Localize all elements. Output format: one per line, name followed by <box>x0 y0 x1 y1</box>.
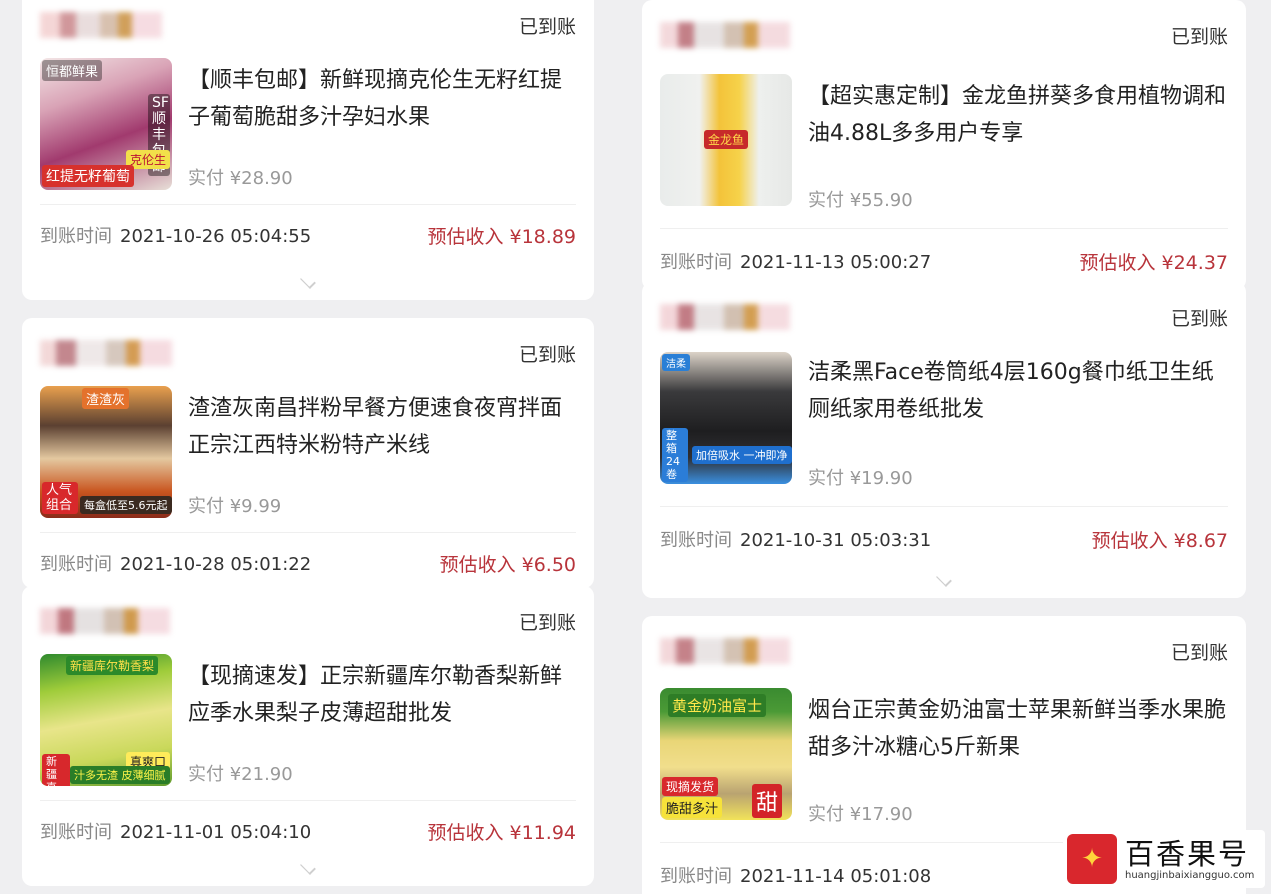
status-label: 已到账 <box>1170 26 1228 48</box>
product-image[interactable]: 渣渣灰 人气组合 每盒低至5.6元起 <box>40 386 172 518</box>
product-image[interactable]: 新疆库尔勒香梨 新疆直供 真爽口 汁多无渣 皮薄细腻 <box>40 654 172 786</box>
product-image[interactable]: 金龙鱼 <box>660 74 792 206</box>
product-title[interactable]: 烟台正宗黄金奶油富士苹果新鲜当季水果脆甜多汁冰糖心5斤新果 <box>808 692 1228 766</box>
status-label: 已到账 <box>518 16 576 38</box>
divider <box>660 228 1228 229</box>
shop-name-blurred <box>660 22 810 48</box>
shop-name-blurred <box>40 608 190 634</box>
paid-amount: 实付 ¥28.90 <box>188 168 293 189</box>
product-title[interactable]: 【顺丰包邮】新鲜现摘克伦生无籽红提子葡萄脆甜多汁孕妇水果 <box>188 62 576 136</box>
product-title[interactable]: 渣渣灰南昌拌粉早餐方便速食夜宵拌面正宗江西特米粉特产米线 <box>188 390 576 464</box>
chevron-down-icon[interactable] <box>300 859 316 875</box>
estimated-income: 预估收入 ¥24.37 <box>1079 252 1228 274</box>
watermark-logo: ✦ 百香果号 huangjinbaixiangguo.com <box>1063 830 1265 888</box>
order-card[interactable]: 已到账 金龙鱼 【超实惠定制】金龙鱼拼葵多食用植物调和油4.88L多多用户专享 … <box>642 0 1246 290</box>
paid-amount: 实付 ¥17.90 <box>808 804 913 825</box>
shop-name-blurred <box>660 304 810 330</box>
paid-amount: 实付 ¥9.99 <box>188 496 282 517</box>
paid-amount: 实付 ¥21.90 <box>188 764 293 785</box>
shop-name-blurred <box>660 638 810 664</box>
order-card[interactable]: 已到账 新疆库尔勒香梨 新疆直供 真爽口 汁多无渣 皮薄细腻 【现摘速发】正宗新… <box>22 586 594 886</box>
arrival-time: 到账时间 2021-10-26 05:04:55 <box>40 226 312 247</box>
star-flag-icon: ✦ <box>1067 834 1117 884</box>
divider <box>660 506 1228 507</box>
arrival-time: 到账时间 2021-10-31 05:03:31 <box>660 530 932 551</box>
estimated-income: 预估收入 ¥8.67 <box>1091 530 1228 552</box>
product-image[interactable]: 洁柔 整箱24卷 加倍吸水 一冲即净 <box>660 352 792 484</box>
orders-column-left: 已到账 恒都鲜果 SF顺丰包邮 克伦生 红提无籽葡萄 【顺丰包邮】新鲜现摘克伦生… <box>22 0 594 894</box>
watermark-name: 百香果号 <box>1125 836 1250 871</box>
product-image[interactable]: 恒都鲜果 SF顺丰包邮 克伦生 红提无籽葡萄 <box>40 58 172 190</box>
shop-name-blurred <box>40 12 190 38</box>
divider <box>40 204 576 205</box>
product-title[interactable]: 【超实惠定制】金龙鱼拼葵多食用植物调和油4.88L多多用户专享 <box>808 78 1228 152</box>
watermark-url: huangjinbaixiangguo.com <box>1125 869 1255 881</box>
status-label: 已到账 <box>518 612 576 634</box>
paid-amount: 实付 ¥19.90 <box>808 468 913 489</box>
product-title[interactable]: 【现摘速发】正宗新疆库尔勒香梨新鲜应季水果梨子皮薄超甜批发 <box>188 658 576 732</box>
status-label: 已到账 <box>518 344 576 366</box>
divider <box>40 532 576 533</box>
paid-amount: 实付 ¥55.90 <box>808 190 913 211</box>
product-image[interactable]: 黄金奶油富士 现摘发货 脆甜多汁 甜 <box>660 688 792 820</box>
chevron-down-icon[interactable] <box>936 571 952 587</box>
divider <box>40 800 576 801</box>
estimated-income: 预估收入 ¥18.89 <box>427 226 576 248</box>
arrival-time: 到账时间 2021-11-01 05:04:10 <box>40 822 312 843</box>
product-title[interactable]: 洁柔黑Face卷筒纸4层160g餐巾纸卫生纸厕纸家用卷纸批发 <box>808 354 1228 428</box>
order-card[interactable]: 已到账 洁柔 整箱24卷 加倍吸水 一冲即净 洁柔黑Face卷筒纸4层160g餐… <box>642 282 1246 598</box>
order-card[interactable]: 已到账 恒都鲜果 SF顺丰包邮 克伦生 红提无籽葡萄 【顺丰包邮】新鲜现摘克伦生… <box>22 0 594 300</box>
orders-column-right: 已到账 金龙鱼 【超实惠定制】金龙鱼拼葵多食用植物调和油4.88L多多用户专享 … <box>642 0 1246 894</box>
arrival-time: 到账时间 2021-10-28 05:01:22 <box>40 554 312 575</box>
chevron-down-icon[interactable] <box>300 273 316 289</box>
shop-name-blurred <box>40 340 190 366</box>
estimated-income: 预估收入 ¥6.50 <box>439 554 576 576</box>
estimated-income: 预估收入 ¥11.94 <box>427 822 576 844</box>
arrival-time: 到账时间 2021-11-14 05:01:08 <box>660 866 932 887</box>
status-label: 已到账 <box>1170 642 1228 664</box>
order-card[interactable]: 已到账 渣渣灰 人气组合 每盒低至5.6元起 渣渣灰南昌拌粉早餐方便速食夜宵拌面… <box>22 318 594 588</box>
arrival-time: 到账时间 2021-11-13 05:00:27 <box>660 252 932 273</box>
status-label: 已到账 <box>1170 308 1228 330</box>
